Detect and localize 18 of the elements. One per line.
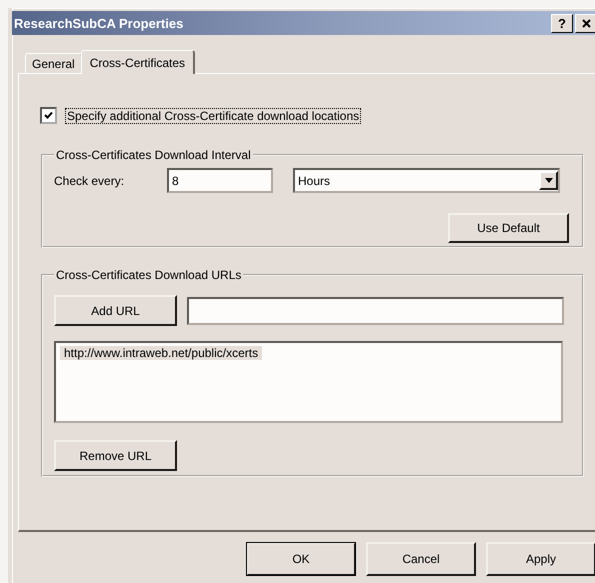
tab[interactable]: General (25, 53, 83, 73)
tab[interactable]: Cross-Certificates (80, 50, 196, 74)
dialog-button[interactable]: Cancel (366, 542, 476, 576)
remove-url-button[interactable]: Remove URL (54, 440, 177, 471)
help-button[interactable]: ? (551, 14, 573, 32)
dialog-button[interactable]: Apply (486, 542, 595, 576)
dialog-button[interactable]: OK (246, 542, 356, 576)
url-item[interactable]: http://www.intraweb.net/public/xcerts (60, 346, 262, 360)
unit-dropdown[interactable]: Hours (293, 168, 560, 193)
interval-field[interactable]: 8 (167, 168, 273, 193)
group-title: Cross-Certificates Download URLs (55, 268, 242, 282)
add-url-button[interactable]: Add URL (54, 295, 177, 326)
check-every-label: Check every: (54, 174, 126, 188)
checkbox-label[interactable]: Specify additional Cross-Certificate download locations (65, 108, 362, 124)
window-title: ResearchSubCA Properties (14, 16, 184, 30)
url-list[interactable]: http://www.intraweb.net/public/xcerts (54, 341, 563, 423)
group-title: Cross-Certificates Download Interval (55, 148, 252, 162)
use-default-button[interactable]: Use Default (448, 213, 569, 243)
